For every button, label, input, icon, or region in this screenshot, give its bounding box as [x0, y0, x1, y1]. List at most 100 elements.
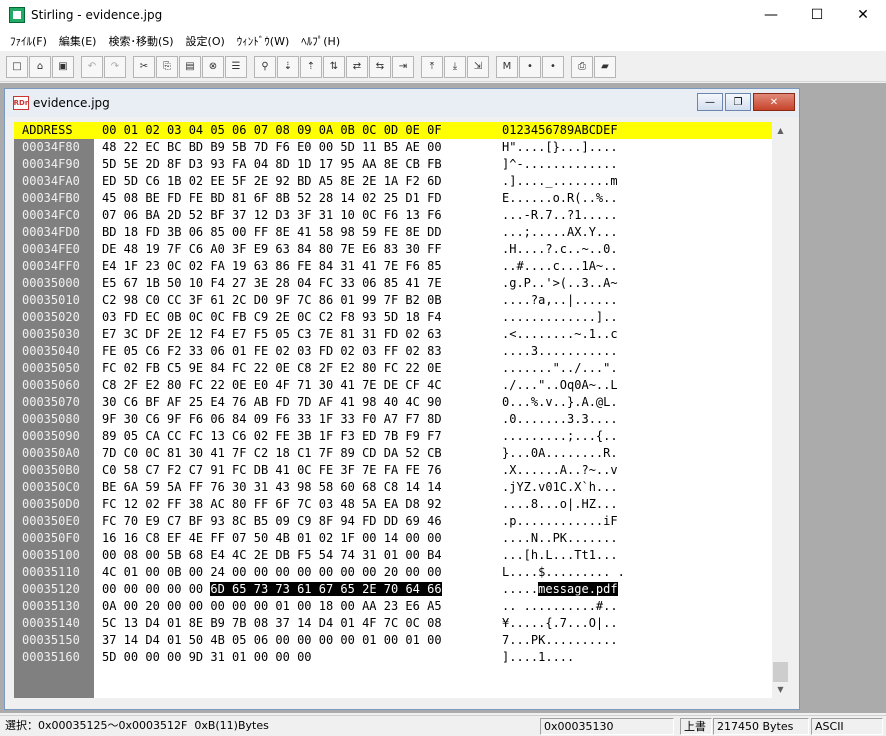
find-up-icon[interactable]: ⇅	[323, 55, 345, 78]
list-icon[interactable]: ☰	[225, 55, 247, 78]
row-hex-selected[interactable]: 6D 65 73 73 61 67 65 2E 70 64 66	[210, 582, 442, 596]
cut-icon[interactable]: ✂	[133, 55, 155, 78]
row-hex[interactable]: FE 05 C6 F2 33 06 01 FE 02 03 FD 02 03 F…	[102, 344, 442, 359]
row-hex[interactable]: 03 FD EC 0B 0C 0C FB C9 2E 0C C2 F8 93 5…	[102, 310, 442, 325]
find-next-icon[interactable]: ⇣	[277, 55, 299, 78]
row-hex[interactable]: 37 14 D4 01 50 4B 05 06 00 00 00 00 01 0…	[102, 633, 442, 648]
row-ascii[interactable]: ...[h.L...Tt1...	[502, 548, 618, 563]
hex-row[interactable]: 00035010 C2 98 C0 CC 3F 61 2C D0 9F 7C 86…	[14, 292, 772, 309]
row-hex[interactable]: 48 22 EC BC BD B9 5B 7D F6 E0 00 5D 11 B…	[102, 140, 442, 155]
row-ascii[interactable]: .. ..........#..	[502, 599, 618, 614]
new-file-icon[interactable]: □	[6, 55, 28, 78]
row-hex[interactable]: 07 06 BA 2D 52 BF 37 12 D3 3F 31 10 0C F…	[102, 208, 442, 223]
hex-row[interactable]: 00035000 E5 67 1B 50 10 F4 27 3E 28 04 FC…	[14, 275, 772, 292]
jump-address-icon[interactable]: ⇲	[467, 55, 489, 78]
hex-row[interactable]: 00035110 4C 01 00 0B 00 24 00 00 00 00 00…	[14, 564, 772, 581]
row-ascii[interactable]: .0.......3.3....	[502, 412, 618, 427]
binoculars-icon[interactable]: ⚲	[254, 55, 276, 78]
print-icon[interactable]: ⎙	[571, 55, 593, 78]
row-ascii[interactable]: .p............iF	[502, 514, 618, 529]
hex-row[interactable]: 00035070 30 C6 BF AF 25 E4 76 AB FD 7D AF…	[14, 394, 772, 411]
hex-row[interactable]: 00035040 FE 05 C6 F2 33 06 01 FE 02 03 FD…	[14, 343, 772, 360]
child-close-button[interactable]: ✕	[753, 93, 795, 111]
row-hex[interactable]: FC 70 E9 C7 BF 93 8C B5 09 C9 8F 94 FD D…	[102, 514, 442, 529]
row-hex[interactable]: 45 08 BE FD FE BD 81 6F 8B 52 28 14 02 2…	[102, 191, 442, 206]
mark-prev-icon[interactable]: •	[542, 55, 564, 78]
row-hex[interactable]: C8 2F E2 80 FC 22 0E E0 4F 71 30 41 7E D…	[102, 378, 442, 393]
scroll-up-icon[interactable]: ▲	[772, 122, 789, 139]
row-ascii[interactable]: E......o.R(..%..	[502, 191, 618, 206]
hex-row[interactable]: 000350B0 C0 58 C7 F2 C7 91 FC DB 41 0C FE…	[14, 462, 772, 479]
row-ascii[interactable]: .............]..	[502, 310, 618, 325]
save-icon[interactable]: ▣	[52, 55, 74, 78]
hex-row[interactable]: 00034FF0 E4 1F 23 0C 02 FA 19 63 86 FE 84…	[14, 258, 772, 275]
row-ascii[interactable]: ./..."..Oq0A~..L	[502, 378, 618, 393]
row-ascii[interactable]: ....3...........	[502, 344, 618, 359]
row-ascii[interactable]: ......."../...".	[502, 361, 618, 376]
hex-row[interactable]: 00034FB0 45 08 BE FD FE BD 81 6F 8B 52 28…	[14, 190, 772, 207]
hex-row[interactable]: 00034FD0 BD 18 FD 3B 06 85 00 FF 8E 41 58…	[14, 224, 772, 241]
hex-row[interactable]: 00034FA0 ED 5D C6 1B 02 EE 5F 2E 92 BD A5…	[14, 173, 772, 190]
row-ascii[interactable]: ]....1....	[502, 650, 574, 665]
row-ascii[interactable]: .<........~.1..c	[502, 327, 618, 342]
replace-icon[interactable]: ⇄	[346, 55, 368, 78]
hex-row[interactable]: 000350F0 16 16 C8 EF 4E FF 07 50 4B 01 02…	[14, 530, 772, 547]
row-hex[interactable]: 5D 5E 2D 8F D3 93 FA 04 8D 1D 17 95 AA 8…	[102, 157, 442, 172]
scroll-thumb[interactable]	[773, 662, 788, 682]
row-hex[interactable]: C0 58 C7 F2 C7 91 FC DB 41 0C FE 3F 7E F…	[102, 463, 442, 478]
row-hex[interactable]: 30 C6 BF AF 25 E4 76 AB FD 7D AF 41 98 4…	[102, 395, 442, 410]
menu-help[interactable]: ﾍﾙﾌﾟ(H)	[295, 33, 346, 49]
row-hex[interactable]: E5 67 1B 50 10 F4 27 3E 28 04 FC 33 06 8…	[102, 276, 442, 291]
child-minimize-button[interactable]: —	[697, 93, 723, 111]
row-ascii[interactable]: H"....[}...]....	[502, 140, 618, 155]
document-title-bar[interactable]: RDr evidence.jpg — ❐ ✕	[5, 89, 799, 117]
row-hex[interactable]: 7D C0 0C 81 30 41 7F C2 18 C1 7F 89 CD D…	[102, 446, 442, 461]
hex-row[interactable]: 00035100 00 08 00 5B 68 E4 4C 2E DB F5 54…	[14, 547, 772, 564]
hex-row[interactable]: 00034F80 48 22 EC BC BD B9 5B 7D F6 E0 00…	[14, 139, 772, 156]
row-hex[interactable]: 00 00 00 00 00 6D 65 73 73 61 67 65 2E 7…	[102, 582, 442, 597]
row-ascii[interactable]: ....?a,..|......	[502, 293, 618, 308]
menu-settings[interactable]: 設定(O)	[180, 33, 231, 49]
mark-icon[interactable]: M	[496, 55, 518, 78]
row-hex[interactable]: E7 3C DF 2E 12 F4 E7 F5 05 C3 7E 81 31 F…	[102, 327, 442, 342]
jump-bottom-icon[interactable]: ⤓	[444, 55, 466, 78]
hex-row[interactable]: 00035090 89 05 CA CC FC 13 C6 02 FE 3B 1F…	[14, 428, 772, 445]
find-prev-icon[interactable]: ⇡	[300, 55, 322, 78]
row-ascii[interactable]: ..#....c...1A~..	[502, 259, 618, 274]
hex-row[interactable]: 00034F90 5D 5E 2D 8F D3 93 FA 04 8D 1D 17…	[14, 156, 772, 173]
jump-top-icon[interactable]: ⤒	[421, 55, 443, 78]
open-folder-icon[interactable]: ⌂	[29, 55, 51, 78]
row-ascii[interactable]: .jYZ.v01C.X`h...	[502, 480, 618, 495]
paste-icon[interactable]: ▤	[179, 55, 201, 78]
hex-row[interactable]: 00035030 E7 3C DF 2E 12 F4 E7 F5 05 C3 7E…	[14, 326, 772, 343]
hex-row[interactable]: 00034FC0 07 06 BA 2D 52 BF 37 12 D3 3F 31…	[14, 207, 772, 224]
row-ascii[interactable]: .X......A..?~..v	[502, 463, 618, 478]
row-hex[interactable]: DE 48 19 7F C6 A0 3F E9 63 84 80 7E E6 8…	[102, 242, 442, 257]
hex-row[interactable]: 00035050 FC 02 FB C5 9E 84 FC 22 0E C8 2F…	[14, 360, 772, 377]
row-hex[interactable]: 89 05 CA CC FC 13 C6 02 FE 3B 1F F3 ED 7…	[102, 429, 442, 444]
child-restore-button[interactable]: ❐	[725, 93, 751, 111]
row-ascii[interactable]: ...;.....AX.Y...	[502, 225, 618, 240]
compare-icon[interactable]: ⇆	[369, 55, 391, 78]
hex-row[interactable]: 000350E0 FC 70 E9 C7 BF 93 8C B5 09 C9 8F…	[14, 513, 772, 530]
row-ascii[interactable]: ...-R.7..?1.....	[502, 208, 618, 223]
row-ascii[interactable]: ]^-.............	[502, 157, 618, 172]
hex-row[interactable]: 00035140 5C 13 D4 01 8E B9 7B 08 37 14 D4…	[14, 615, 772, 632]
hex-row[interactable]: 00035130 0A 00 20 00 00 00 00 00 01 00 18…	[14, 598, 772, 615]
row-ascii[interactable]: .....message.pdf	[502, 582, 618, 597]
hex-row[interactable]: 000350C0 BE 6A 59 5A FF 76 30 31 43 98 58…	[14, 479, 772, 496]
hex-row[interactable]: 00035060 C8 2F E2 80 FC 22 0E E0 4F 71 30…	[14, 377, 772, 394]
book-icon[interactable]: ▰	[594, 55, 616, 78]
hex-view[interactable]: ADDRESS 00 01 02 03 04 05 06 07 08 09 0A…	[14, 122, 772, 698]
hex-row[interactable]: 00035160 5D 00 00 00 9D 31 01 00 00 00]..…	[14, 649, 772, 666]
vertical-scrollbar[interactable]: ▲ ▼	[772, 122, 789, 698]
delete-icon[interactable]: ⊗	[202, 55, 224, 78]
row-hex[interactable]: BE 6A 59 5A FF 76 30 31 43 98 58 60 68 C…	[102, 480, 442, 495]
maximize-button[interactable]: ☐	[794, 0, 840, 30]
row-hex[interactable]: 5D 00 00 00 9D 31 01 00 00 00	[102, 650, 312, 665]
goto-icon[interactable]: ⇥	[392, 55, 414, 78]
row-hex[interactable]: C2 98 C0 CC 3F 61 2C D0 9F 7C 86 01 99 7…	[102, 293, 442, 308]
row-hex[interactable]: FC 12 02 FF 38 AC 80 FF 6F 7C 03 48 5A E…	[102, 497, 442, 512]
row-hex[interactable]: 5C 13 D4 01 8E B9 7B 08 37 14 D4 01 4F 7…	[102, 616, 442, 631]
hex-row[interactable]: 00035150 37 14 D4 01 50 4B 05 06 00 00 00…	[14, 632, 772, 649]
